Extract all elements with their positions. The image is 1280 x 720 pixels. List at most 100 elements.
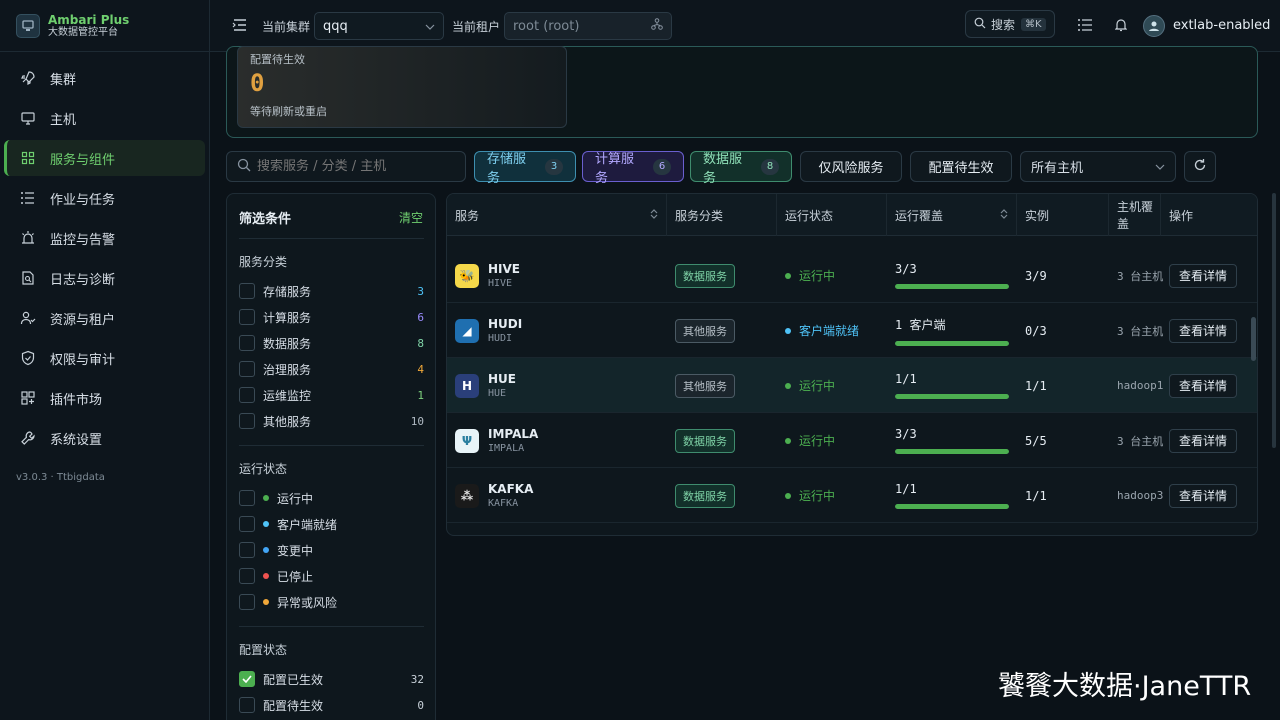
sidebar-item-0[interactable]: 集群	[4, 60, 205, 96]
sort-icon[interactable]	[650, 208, 658, 223]
sidebar-item-2[interactable]: 服务与组件	[4, 140, 205, 176]
search-icon	[974, 17, 986, 32]
status-filter-item[interactable]: 已停止	[239, 567, 424, 585]
status-filter-item[interactable]: 客户端就绪	[239, 515, 424, 533]
status-label: 客户端就绪	[799, 324, 860, 338]
sidebar-item-5[interactable]: 日志与诊断	[4, 260, 205, 296]
status-filter-item[interactable]: 异常或风险	[239, 593, 424, 611]
status-filter-item[interactable]: 变更中	[239, 541, 424, 559]
filter-label: 治理服务	[263, 362, 312, 377]
refresh-button[interactable]	[1184, 151, 1216, 182]
checkbox[interactable]	[239, 542, 255, 558]
coverage-cell: 3/3	[895, 413, 1009, 468]
sidebar-item-8[interactable]: 插件市场	[4, 380, 205, 416]
status-filter-item[interactable]: 运行中	[239, 489, 424, 507]
category-filter-item[interactable]: 治理服务 4	[239, 360, 424, 378]
table-scrollbar[interactable]	[1251, 317, 1256, 361]
coverage-value: 1 客户端	[895, 317, 946, 332]
view-details-button[interactable]: 查看详情	[1169, 263, 1238, 288]
host-select[interactable]: 所有主机	[1020, 151, 1176, 182]
filter-label: 异常或风险	[277, 595, 338, 610]
sidebar-item-4[interactable]: 监控与告警	[4, 220, 205, 256]
user-name[interactable]: extlab-enabled	[1173, 18, 1270, 33]
chip-data[interactable]: 数据服务 8	[690, 151, 792, 186]
service-search-input[interactable]	[257, 159, 457, 174]
filter-clear-link[interactable]: 清空	[399, 209, 423, 226]
checkbox[interactable]	[239, 594, 255, 610]
table-header: 服务 服务分类 运行状态 运行覆盖 实例 主机覆盖 操作	[447, 194, 1257, 236]
column-header[interactable]: 服务	[447, 194, 667, 236]
menu-toggle-icon[interactable]	[232, 18, 248, 36]
table-row[interactable]: 🐝 HIVE HIVE 数据服务 运行中 3/3 3/9 3 台主机 查看详情	[447, 248, 1257, 303]
category-filter-item[interactable]: 其他服务 10	[239, 412, 424, 430]
sidebar-item-9[interactable]: 系统设置	[4, 420, 205, 456]
view-details-button[interactable]: 查看详情	[1169, 318, 1238, 343]
tenant-select[interactable]: root (root)	[504, 12, 672, 40]
sidebar-item-1[interactable]: 主机	[4, 100, 205, 136]
instances-value: 1/1	[1025, 378, 1047, 393]
chip-storage[interactable]: 存储服务 3	[474, 151, 576, 186]
global-search-button[interactable]: 搜索 ⌘K	[965, 10, 1055, 38]
checkbox[interactable]	[239, 413, 255, 429]
category-filter-item[interactable]: 计算服务 6	[239, 308, 424, 326]
chip-compute[interactable]: 计算服务 6	[582, 151, 684, 186]
grid-icon	[20, 150, 50, 166]
config-filter-item[interactable]: 配置待生效 0	[239, 696, 424, 714]
checkbox[interactable]	[239, 671, 255, 687]
filter-label: 其他服务	[263, 414, 312, 429]
pending-note: 等待刷新或重启	[250, 105, 327, 118]
column-header[interactable]: 主机覆盖	[1109, 194, 1161, 236]
service-search-box[interactable]	[226, 151, 466, 182]
table-row[interactable]: ◢ HUDI HUDI 其他服务 客户端就绪 1 客户端 0/3 3 台主机 查看详情	[447, 303, 1257, 358]
filter-count: 32	[410, 672, 424, 686]
coverage-progress-bar	[895, 340, 1009, 346]
avatar[interactable]	[1143, 15, 1165, 37]
cluster-label: 当前集群	[262, 20, 311, 34]
service-name[interactable]: KAFKA	[488, 481, 533, 497]
config-filter-item[interactable]: 配置已生效 32	[239, 670, 424, 688]
cluster-select[interactable]: qqq	[314, 12, 444, 40]
coverage-progress-fill	[895, 340, 1009, 346]
checkbox[interactable]	[239, 361, 255, 377]
table-row[interactable]: H HUE HUE 其他服务 运行中 1/1 1/1 hadoop1 查看详情	[447, 358, 1257, 413]
column-header[interactable]: 服务分类	[667, 194, 777, 236]
table-row[interactable]: ⁂ KAFKA KAFKA 数据服务 运行中 1/1 1/1 hadoop3 查看详情	[447, 468, 1257, 523]
checkbox[interactable]	[239, 516, 255, 532]
checkbox[interactable]	[239, 335, 255, 351]
service-name[interactable]: HIVE	[488, 261, 520, 277]
sidebar-item-3[interactable]: 作业与任务	[4, 180, 205, 216]
view-details-button[interactable]: 查看详情	[1169, 373, 1238, 398]
checkbox[interactable]	[239, 697, 255, 713]
checkbox[interactable]	[239, 283, 255, 299]
service-name[interactable]: HUE	[488, 371, 516, 387]
bell-icon[interactable]	[1114, 18, 1128, 36]
risk-only-button[interactable]: 仅风险服务	[800, 151, 902, 182]
table-row[interactable]: Ψ IMPALA IMPALA 数据服务 运行中 3/3 5/5 3 台主机 查看详情	[447, 413, 1257, 468]
checkbox[interactable]	[239, 309, 255, 325]
brand[interactable]: Ambari Plus 大数据管控平台	[0, 0, 209, 52]
column-header[interactable]: 运行状态	[777, 194, 887, 236]
instances-value: 1/1	[1025, 488, 1047, 503]
service-name[interactable]: IMPALA	[488, 426, 538, 442]
hosts-cell: hadoop1	[1117, 358, 1163, 413]
sidebar-item-7[interactable]: 权限与审计	[4, 340, 205, 376]
view-details-button[interactable]: 查看详情	[1169, 428, 1238, 453]
sort-icon[interactable]	[1000, 208, 1008, 223]
column-header[interactable]: 实例	[1017, 194, 1109, 236]
pending-config-button[interactable]: 配置待生效	[910, 151, 1012, 182]
column-header[interactable]: 操作	[1161, 194, 1257, 236]
page-scrollbar[interactable]	[1272, 193, 1276, 448]
category-filter-item[interactable]: 数据服务 8	[239, 334, 424, 352]
checkbox[interactable]	[239, 568, 255, 584]
sidebar-item-6[interactable]: 资源与租户	[4, 300, 205, 336]
list-view-icon[interactable]	[1078, 19, 1092, 35]
column-header[interactable]: 运行覆盖	[887, 194, 1017, 236]
service-name[interactable]: HUDI	[488, 316, 522, 332]
checkbox[interactable]	[239, 490, 255, 506]
status-dot-icon	[785, 437, 791, 444]
view-details-button[interactable]: 查看详情	[1169, 483, 1238, 508]
category-filter-item[interactable]: 运维监控 1	[239, 386, 424, 404]
checkbox[interactable]	[239, 387, 255, 403]
sidebar: Ambari Plus 大数据管控平台 集群主机服务与组件作业与任务监控与告警日…	[0, 0, 210, 720]
category-filter-item[interactable]: 存储服务 3	[239, 282, 424, 300]
